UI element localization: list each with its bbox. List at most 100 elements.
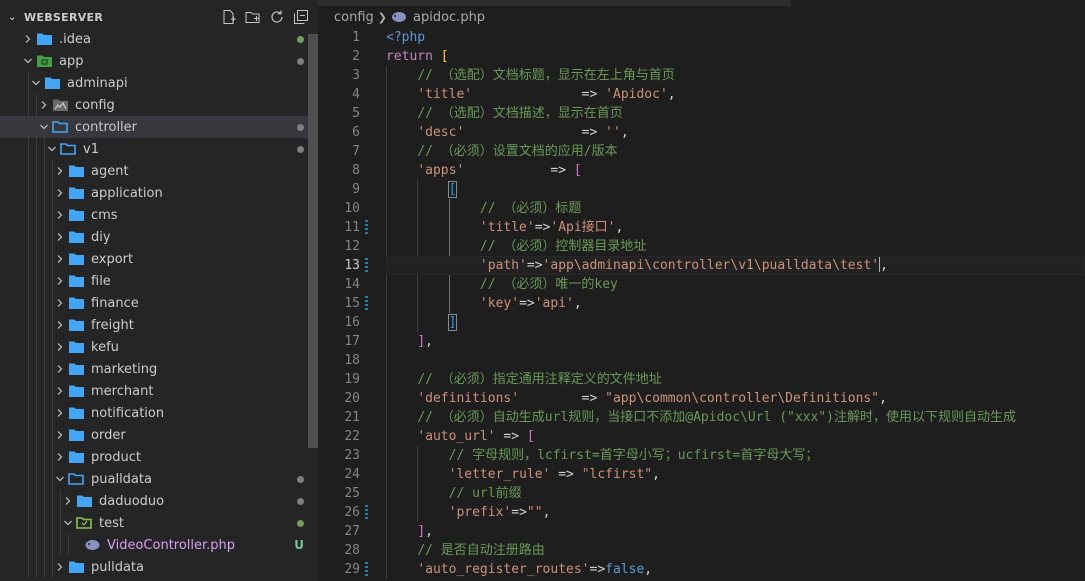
code-line[interactable]: 14 // （必须）唯一的key [318,275,1085,294]
code-area[interactable]: 1 <?php 2 return [3 // （选配）文档标题，显示在左上角与首页 4 … [318,28,1085,581]
code-token: 'path' [479,258,527,273]
tree-item-pulldata[interactable]: pulldata [0,556,318,578]
code-line[interactable]: 5 // （选配）文档描述，显示在首页 [318,104,1085,123]
code-line[interactable]: 18 [318,351,1085,370]
tree-item-freight[interactable]: freight [0,314,318,336]
untracked-badge: U [294,538,304,552]
tree-item-v1[interactable]: v1 [0,138,318,160]
code-line[interactable]: 24 'letter_rule' => "lcfirst", [318,465,1085,484]
indent-guide [52,182,53,204]
code-line[interactable]: 29 'auto_register_routes'=>false, [318,560,1085,579]
code-line[interactable]: 10 // （必须）标题 [318,199,1085,218]
file-tree: .idea app adminapi config controller v1 agent a… [0,28,318,578]
tree-item-config[interactable]: config [0,94,318,116]
code-token: => [495,429,527,444]
indent-guide [28,292,29,314]
code-line[interactable]: 21 // （必须）自动生成url规则，当接口不添加@Apidoc\Url ("… [318,408,1085,427]
tree-item-order[interactable]: order [0,424,318,446]
code-line[interactable]: 3 // （选配）文档标题，显示在左上角与首页 [318,66,1085,85]
code-line[interactable]: 7 // （必须）设置文档的应用/版本 [318,142,1085,161]
indent-guide [36,204,37,226]
folder-icon [68,340,86,354]
code-token: , [620,125,629,140]
code-line[interactable]: 27 ], [318,522,1085,541]
line-number: 20 [344,391,360,406]
indent-guide [52,468,53,490]
code-line[interactable]: 16 ] [318,313,1085,332]
tree-item-application[interactable]: application [0,182,318,204]
code-line[interactable]: 26 'prefix'=>"", [318,503,1085,522]
collapse-all-icon[interactable] [292,8,310,26]
sidebar-scrollbar[interactable] [308,34,318,448]
tree-item-idea[interactable]: .idea [0,28,318,50]
tree-item-diy[interactable]: diy [0,226,318,248]
code-line[interactable]: 6 'desc' => '', [318,123,1085,142]
tree-item-kefu[interactable]: kefu [0,336,318,358]
refresh-icon[interactable] [268,8,286,26]
code-line[interactable]: 23 // 字母规则，lcfirst=首字母小写；ucfirst=首字母大写； [318,446,1085,465]
indent-guide [44,226,45,248]
line-number: 28 [344,543,360,558]
code-line[interactable]: 11 'title'=>'Api接口', [318,218,1085,237]
status-dot-icon [297,497,304,505]
code-line[interactable]: 22 'auto_url' => [ [318,427,1085,446]
tree-item-videocontroller-php[interactable]: VideoController.php U [0,534,318,556]
indent-guide [44,358,45,380]
breadcrumb: config ❯ apidoc.php [318,6,1085,28]
breadcrumb-folder[interactable]: config [334,10,374,25]
indent-guide [52,424,53,446]
new-file-icon[interactable] [220,8,238,26]
code-line[interactable]: 20 'definitions' => "app\common\controll… [318,389,1085,408]
tree-item-finance[interactable]: finance [0,292,318,314]
code-line[interactable]: 4 'title' => 'Apidoc', [318,85,1085,104]
status-dot-icon [297,123,304,131]
tree-item-label: merchant [91,383,154,399]
code-line[interactable]: 28 // 是否自动注册路由 [318,541,1085,560]
code-text: ], [386,332,433,351]
indent-guide [44,292,45,314]
code-text: 'auto_register_routes'=>false, [386,560,652,579]
indent-guide [36,402,37,424]
folder-icon [36,32,54,46]
new-folder-icon[interactable] [244,8,262,26]
tree-item-notification[interactable]: notification [0,402,318,424]
indent-guide [52,556,53,578]
tree-item-marketing[interactable]: marketing [0,358,318,380]
code-line[interactable]: 1 <?php [318,28,1085,47]
code-text: 'prefix'=>"", [386,503,551,522]
code-line[interactable]: 15 'key'=>'api', [318,294,1085,313]
indent-guide [36,138,37,160]
code-line[interactable]: 9 [ [318,180,1085,199]
tree-item-adminapi[interactable]: adminapi [0,72,318,94]
indent-guide [36,380,37,402]
code-line[interactable]: 19 // （必须）指定通用注释定义的文件地址 [318,370,1085,389]
breadcrumb-file[interactable]: apidoc.php [413,10,485,25]
code-line[interactable]: 13 'path'=>'app\adminapi\controller\v1\p… [318,256,1085,275]
tree-item-agent[interactable]: agent [0,160,318,182]
indent-guide [28,72,29,94]
tree-item-daduoduo[interactable]: daduoduo [0,490,318,512]
code-line[interactable]: 17 ], [318,332,1085,351]
code-line[interactable]: 25 // url前缀 [318,484,1085,503]
tree-item-app[interactable]: app [0,50,318,72]
tree-item-export[interactable]: export [0,248,318,270]
modified-gutter-marker [365,505,368,520]
tree-item-file[interactable]: file [0,270,318,292]
tree-item-cms[interactable]: cms [0,204,318,226]
code-line[interactable]: 2 return [ [318,47,1085,66]
tree-item-product[interactable]: product [0,446,318,468]
code-line[interactable]: 12 // （必须）控制器目录地址 [318,237,1085,256]
indent-guide [60,512,61,534]
tree-item-label: finance [91,295,139,311]
tree-item-merchant[interactable]: merchant [0,380,318,402]
tree-item-test[interactable]: test [0,512,318,534]
tree-item-controller[interactable]: controller [0,116,318,138]
code-line[interactable]: 8 'apps' => [ [318,161,1085,180]
tree-item-pualldata[interactable]: pualldata [0,468,318,490]
